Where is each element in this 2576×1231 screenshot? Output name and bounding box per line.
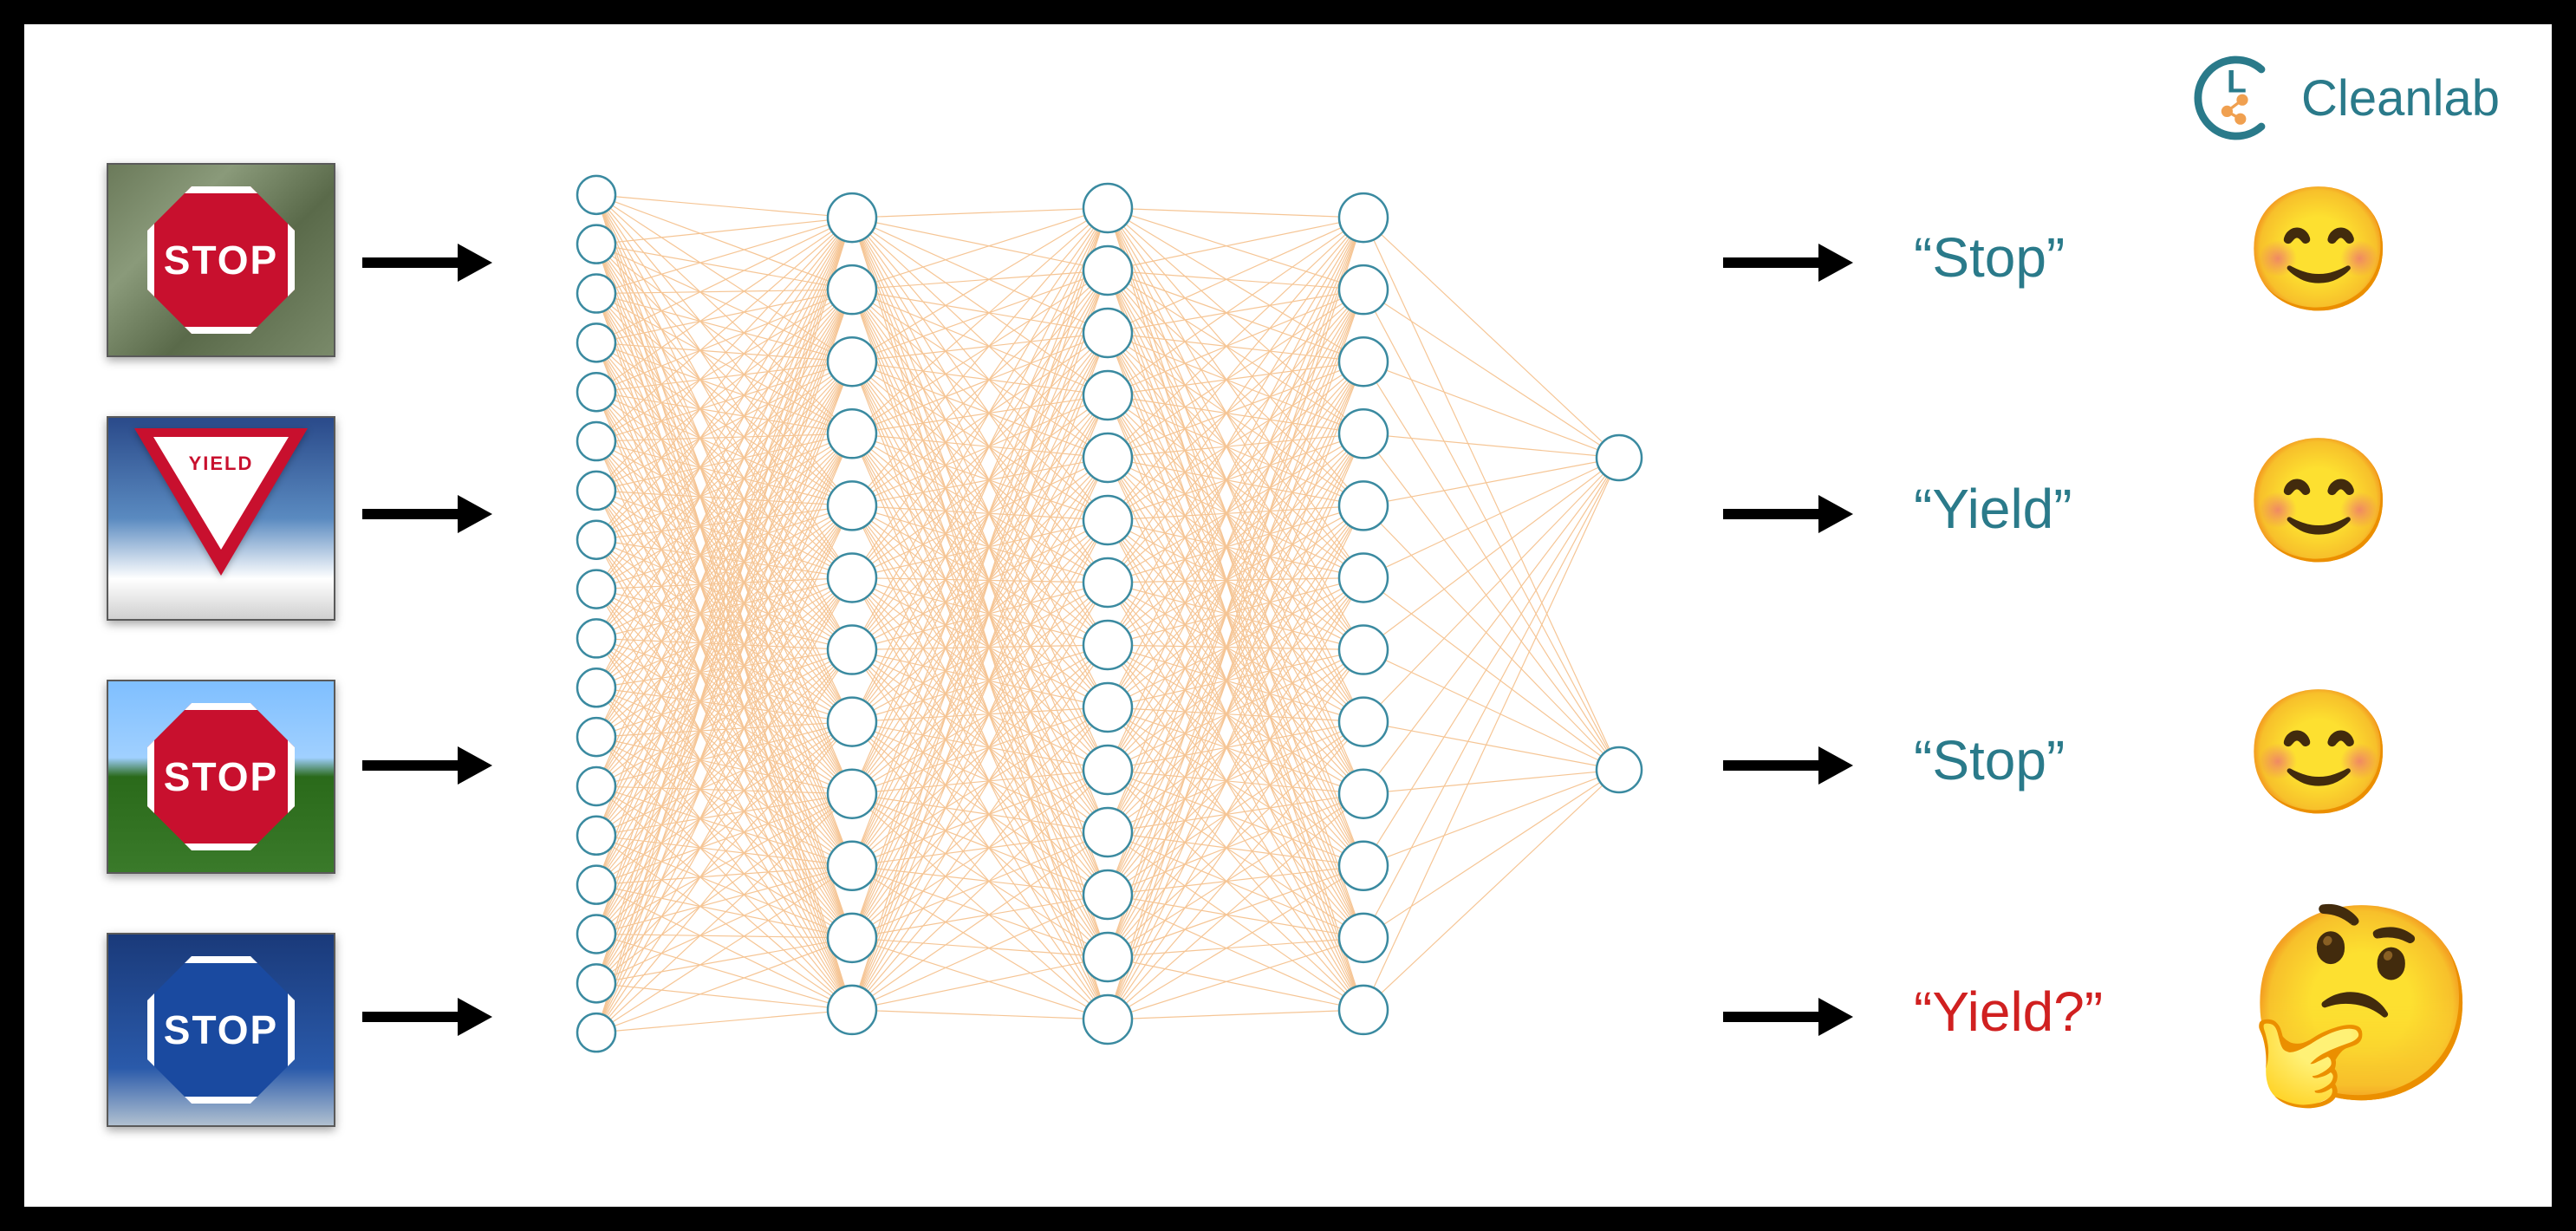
stop-sign-icon: STOP (147, 703, 295, 850)
prediction-label-3: “Stop” (1914, 728, 2208, 792)
prediction-label-1: “Stop” (1914, 225, 2208, 290)
arrow-right-icon (362, 991, 492, 1043)
sign-text: STOP (164, 753, 278, 800)
neural-network-diagram (544, 128, 1671, 1099)
input-image-2: YIELD (107, 416, 335, 621)
input-image-1: STOP (107, 163, 335, 357)
prediction-label-4: “Yield?” (1914, 980, 2208, 1044)
arrow-right-icon (362, 739, 492, 791)
yield-sign-icon: YIELD (134, 428, 308, 584)
sign-text: STOP (164, 1006, 278, 1053)
thinking-emoji-icon: 🤔 (2243, 909, 2481, 1099)
prediction-label-2: “Yield” (1914, 477, 2208, 541)
sign-text: STOP (164, 237, 278, 283)
arrow-right-icon (1723, 237, 1853, 289)
input-image-3: STOP (107, 680, 335, 874)
arrow-right-icon (1723, 488, 1853, 540)
arrow-right-icon (1723, 739, 1853, 791)
smile-emoji-icon: 😊 (2243, 189, 2394, 310)
sign-text: YIELD (134, 453, 308, 475)
brand-name: Cleanlab (2301, 69, 2500, 127)
diagram-frame: L Cleanlab STOP YIELD STOP STOP (0, 0, 2576, 1231)
smile-emoji-icon: 😊 (2243, 692, 2394, 813)
input-image-4: STOP (107, 933, 335, 1127)
arrow-right-icon (362, 237, 492, 289)
svg-text:L: L (2227, 62, 2247, 99)
stop-sign-blue-icon: STOP (147, 956, 295, 1104)
arrow-right-icon (362, 488, 492, 540)
brand-badge: L Cleanlab (2185, 50, 2500, 146)
input-images-column: STOP YIELD STOP STOP (107, 163, 358, 1186)
stop-sign-icon: STOP (147, 186, 295, 334)
brand-logo-icon: L (2185, 50, 2280, 146)
arrow-right-icon (1723, 991, 1853, 1043)
smile-emoji-icon: 😊 (2243, 440, 2394, 562)
